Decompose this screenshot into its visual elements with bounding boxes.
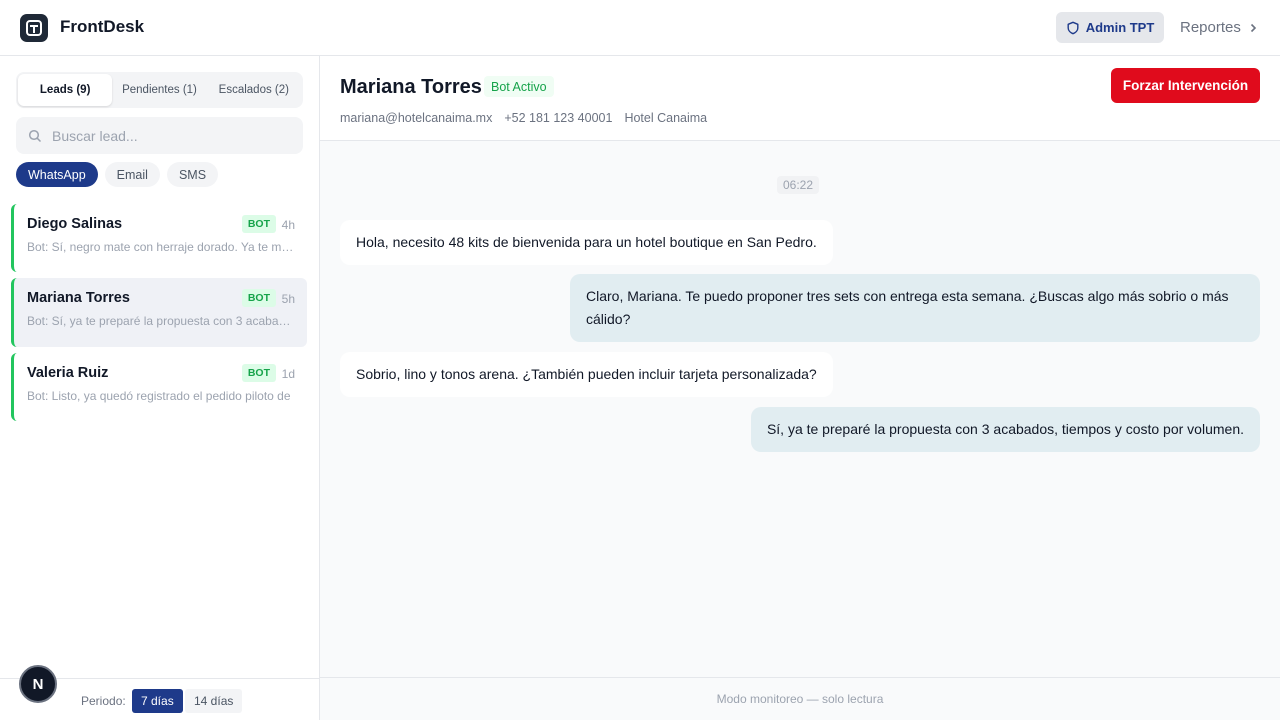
channel-chip-sms[interactable]: SMS [166, 162, 219, 187]
frontdesk-logo-icon [20, 14, 48, 42]
period-7-days-button[interactable]: 7 días [132, 689, 183, 713]
search-input[interactable] [52, 127, 292, 144]
incoming-message: Sobrio, lino y tonos arena. ¿También pue… [340, 352, 833, 397]
reports-label: Reportes [1180, 19, 1241, 36]
contact-name: Mariana Torres [340, 76, 482, 98]
admin-label: Admin TPT [1085, 20, 1155, 35]
bot-badge: BOT [241, 215, 276, 233]
incoming-message: Hola, necesito 48 kits de bienvenida par… [340, 220, 833, 265]
search-icon [28, 129, 42, 142]
reports-link[interactable]: Reportes [1180, 19, 1259, 36]
sidebar-footer: N Periodo: 7 días 14 días [0, 665, 319, 720]
channel-filters: WhatsApp Email SMS [16, 162, 219, 187]
tab-leads[interactable]: Leads (9) [18, 74, 113, 106]
admin-button[interactable]: Admin TPT [1056, 12, 1164, 43]
outgoing-message: Claro, Mariana. Te puedo proponer tres s… [570, 274, 1260, 342]
app-title: FrontDesk [60, 17, 145, 36]
chevron-right-icon [1250, 23, 1257, 32]
conversation-header: Mariana Torres Bot Activo mariana@hotelc… [320, 56, 1280, 141]
bot-status-badge: Bot Activo [484, 76, 554, 97]
lead-time: 5h [281, 292, 295, 306]
lead-time: 4h [281, 218, 295, 232]
tab-pendientes[interactable]: Pendientes (1) [112, 74, 206, 106]
search-box [16, 117, 303, 154]
leads-sidebar: Leads (9) Pendientes (1) Escalados (2) W… [0, 56, 320, 720]
conversation-panel: Mariana Torres Bot Activo mariana@hotelc… [320, 56, 1280, 720]
lead-item-selected[interactable]: Mariana Torres BOT 5h Bot: Sí, ya te pre… [11, 278, 307, 347]
force-intervention-button[interactable]: Forzar Intervención [1111, 68, 1260, 103]
channel-chip-whatsapp[interactable]: WhatsApp [16, 162, 98, 187]
contact-email: mariana@hotelcanaima.mx [340, 111, 493, 125]
contact-company: Hotel Canaima [624, 111, 708, 125]
shield-icon [1067, 21, 1079, 34]
lead-preview: Bot: Sí, negro mate con herraje dorado. … [27, 240, 295, 254]
lead-item[interactable]: Valeria Ruiz BOT 1d Bot: Listo, ya quedó… [11, 353, 307, 421]
lead-time: 1d [281, 367, 295, 381]
period-label: Periodo: [81, 694, 126, 708]
user-avatar[interactable]: N [19, 665, 57, 703]
bot-badge: BOT [241, 364, 276, 382]
contact-phone: +52 181 123 40001 [504, 111, 613, 125]
contact-meta: mariana@hotelcanaima.mx +52 181 123 4000… [340, 111, 707, 125]
lead-preview: Bot: Listo, ya quedó registrado el pedid… [27, 389, 291, 403]
channel-chip-email[interactable]: Email [104, 162, 160, 187]
lead-item[interactable]: Diego Salinas BOT 4h Bot: Sí, negro mate… [11, 204, 307, 272]
lead-tabs: Leads (9) Pendientes (1) Escalados (2) [16, 72, 303, 108]
tab-escalados[interactable]: Escalados (2) [207, 74, 301, 106]
outgoing-message: Sí, ya te preparé la propuesta con 3 aca… [750, 407, 1260, 452]
lead-preview: Bot: Sí, ya te preparé la propuesta con … [27, 314, 295, 328]
period-14-days-button[interactable]: 14 días [185, 689, 243, 713]
read-only-footer: Modo monitoreo — solo lectura [320, 677, 1280, 720]
bot-badge: BOT [241, 289, 276, 307]
time-separator: 06:22 [777, 176, 820, 194]
top-bar: FrontDesk Admin TPT Reportes [0, 0, 1280, 56]
